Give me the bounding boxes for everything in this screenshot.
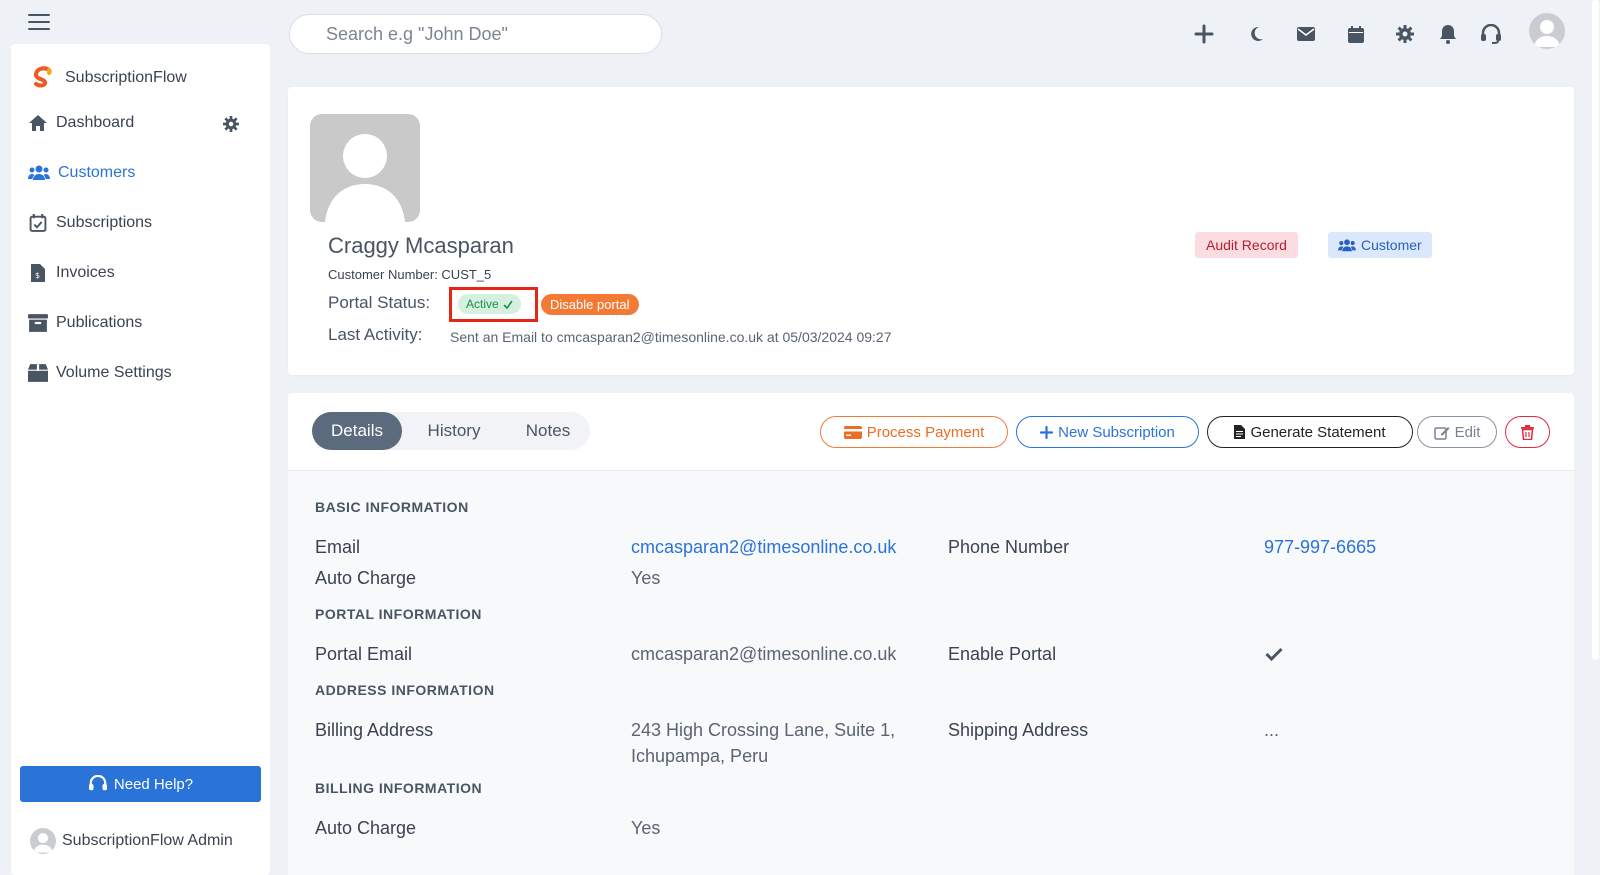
phone-number-label: Phone Number <box>948 537 1070 557</box>
gear-icon[interactable] <box>1394 16 1416 52</box>
customer-badge-label: Customer <box>1361 237 1422 253</box>
tab-details[interactable]: Details <box>312 412 402 450</box>
need-help-label: Need Help? <box>113 775 194 793</box>
mail-icon[interactable] <box>1295 16 1317 52</box>
home-icon <box>29 115 47 131</box>
dashboard-settings-icon[interactable] <box>223 116 239 137</box>
sidebar-item-label: Publications <box>56 314 143 331</box>
tab-notes[interactable]: Notes <box>506 412 590 450</box>
customer-profile-card: Craggy Mcasparan Customer Number: CUST_5… <box>288 87 1574 375</box>
document-icon <box>1234 425 1246 439</box>
sidebar-item-dashboard[interactable]: Dashboard <box>28 114 134 132</box>
shipping-address-value: ... <box>1264 720 1280 740</box>
details-body: BASIC INFORMATION Email cmcasparan2@time… <box>288 471 1574 875</box>
edit-icon <box>1433 426 1450 440</box>
email-link[interactable]: cmcasparan2@timesonline.co.uk <box>631 534 896 560</box>
brand[interactable]: SubscriptionFlow <box>31 66 187 90</box>
check-icon <box>503 300 513 309</box>
auto-charge-label: Auto Charge <box>315 568 417 588</box>
process-payment-label: Process Payment <box>866 423 985 441</box>
phone-number-link[interactable]: 977-997-6665 <box>1264 534 1376 560</box>
check-icon <box>1265 647 1283 666</box>
plus-icon <box>1040 425 1054 439</box>
sidebar-item-volume-settings[interactable]: Volume Settings <box>28 364 172 382</box>
admin-profile[interactable]: SubscriptionFlow Admin <box>30 828 233 854</box>
users-icon <box>1338 238 1356 251</box>
billing-auto-charge-label: Auto Charge <box>315 818 417 838</box>
enable-portal-label: Enable Portal <box>948 644 1057 664</box>
subscriptionflow-logo-icon <box>33 66 52 88</box>
sidebar-item-label: Volume Settings <box>56 364 172 381</box>
moon-icon[interactable] <box>1245 16 1267 52</box>
sidebar-item-label: Customers <box>58 164 136 181</box>
portal-email-value: cmcasparan2@timesonline.co.uk <box>631 644 897 664</box>
calendar-icon[interactable] <box>1345 16 1367 52</box>
new-subscription-button[interactable]: New Subscription <box>1016 416 1199 448</box>
detail-tabs: Details History Notes <box>312 412 590 450</box>
disable-portal-button[interactable]: Disable portal <box>541 294 639 315</box>
auto-charge-value: Yes <box>631 568 661 588</box>
admin-name: SubscriptionFlow Admin <box>62 832 233 849</box>
trash-icon <box>1521 424 1534 440</box>
delete-button[interactable] <box>1505 416 1550 448</box>
sidebar-item-subscriptions[interactable]: Subscriptions <box>28 214 152 232</box>
avatar <box>30 828 56 854</box>
portal-status-text: Active <box>466 297 499 311</box>
sidebar-item-label: Invoices <box>56 264 115 281</box>
portal-status-label: Portal Status: <box>328 293 431 312</box>
edit-label: Edit <box>1454 423 1481 441</box>
sidebar-item-label: Subscriptions <box>56 214 153 231</box>
audit-record-button[interactable]: Audit Record <box>1195 232 1298 258</box>
bell-icon[interactable] <box>1437 16 1459 52</box>
sidebar-item-customers[interactable]: Customers <box>28 164 135 182</box>
sidebar-item-invoices[interactable]: $ Invoices <box>28 264 115 282</box>
sidebar: SubscriptionFlow Dashboard Customers Sub… <box>11 44 270 875</box>
portal-status-badge: Active <box>458 294 521 314</box>
generate-statement-label: Generate Statement <box>1250 423 1386 441</box>
section-basic-information: BASIC INFORMATION <box>315 499 469 515</box>
customer-avatar <box>310 114 420 222</box>
customer-number: Customer Number: CUST_5 <box>328 267 492 282</box>
scrollbar-thumb[interactable] <box>1592 0 1599 660</box>
edit-button[interactable]: Edit <box>1417 416 1497 448</box>
archive-icon <box>28 314 48 332</box>
process-payment-button[interactable]: Process Payment <box>820 416 1008 448</box>
search-input[interactable] <box>289 14 662 54</box>
shipping-address-label: Shipping Address <box>948 720 1089 740</box>
section-billing-information: BILLING INFORMATION <box>315 780 483 796</box>
portal-email-label: Portal Email <box>315 644 413 664</box>
customer-details-card: Details History Notes Process Payment Ne… <box>288 393 1574 875</box>
email-label: Email <box>315 537 361 557</box>
tab-history[interactable]: History <box>402 412 506 450</box>
new-subscription-label: New Subscription <box>1058 423 1175 441</box>
users-icon <box>28 165 50 180</box>
last-activity-label: Last Activity: <box>328 325 423 344</box>
billing-address-line1: 243 High Crossing Lane, Suite 1, <box>631 720 896 740</box>
brand-name: SubscriptionFlow <box>65 69 187 86</box>
section-address-information: ADDRESS INFORMATION <box>315 682 495 698</box>
sidebar-item-label: Dashboard <box>56 114 135 131</box>
billing-address-line2: Ichupampa, Peru <box>631 746 769 766</box>
sidebar-item-publications[interactable]: Publications <box>28 314 142 332</box>
headset-icon[interactable] <box>1480 16 1502 52</box>
plus-icon[interactable] <box>1193 16 1215 52</box>
credit-card-icon <box>843 425 862 439</box>
section-portal-information: PORTAL INFORMATION <box>315 606 482 622</box>
customer-badge[interactable]: Customer <box>1328 232 1432 258</box>
headset-icon <box>88 775 107 791</box>
box-icon <box>28 364 48 382</box>
billing-auto-charge-value: Yes <box>631 818 661 838</box>
svg-text:$: $ <box>35 271 40 280</box>
customer-name: Craggy Mcasparan <box>328 233 514 258</box>
hamburger-menu-icon[interactable] <box>28 14 50 30</box>
calendar-check-icon <box>29 214 47 232</box>
invoice-icon: $ <box>31 264 45 282</box>
last-activity-value: Sent an Email to cmcasparan2@timesonline… <box>450 329 892 345</box>
user-avatar[interactable] <box>1529 13 1565 49</box>
generate-statement-button[interactable]: Generate Statement <box>1207 416 1413 448</box>
need-help-button[interactable]: Need Help? <box>20 766 261 802</box>
billing-address-label: Billing Address <box>315 720 434 740</box>
